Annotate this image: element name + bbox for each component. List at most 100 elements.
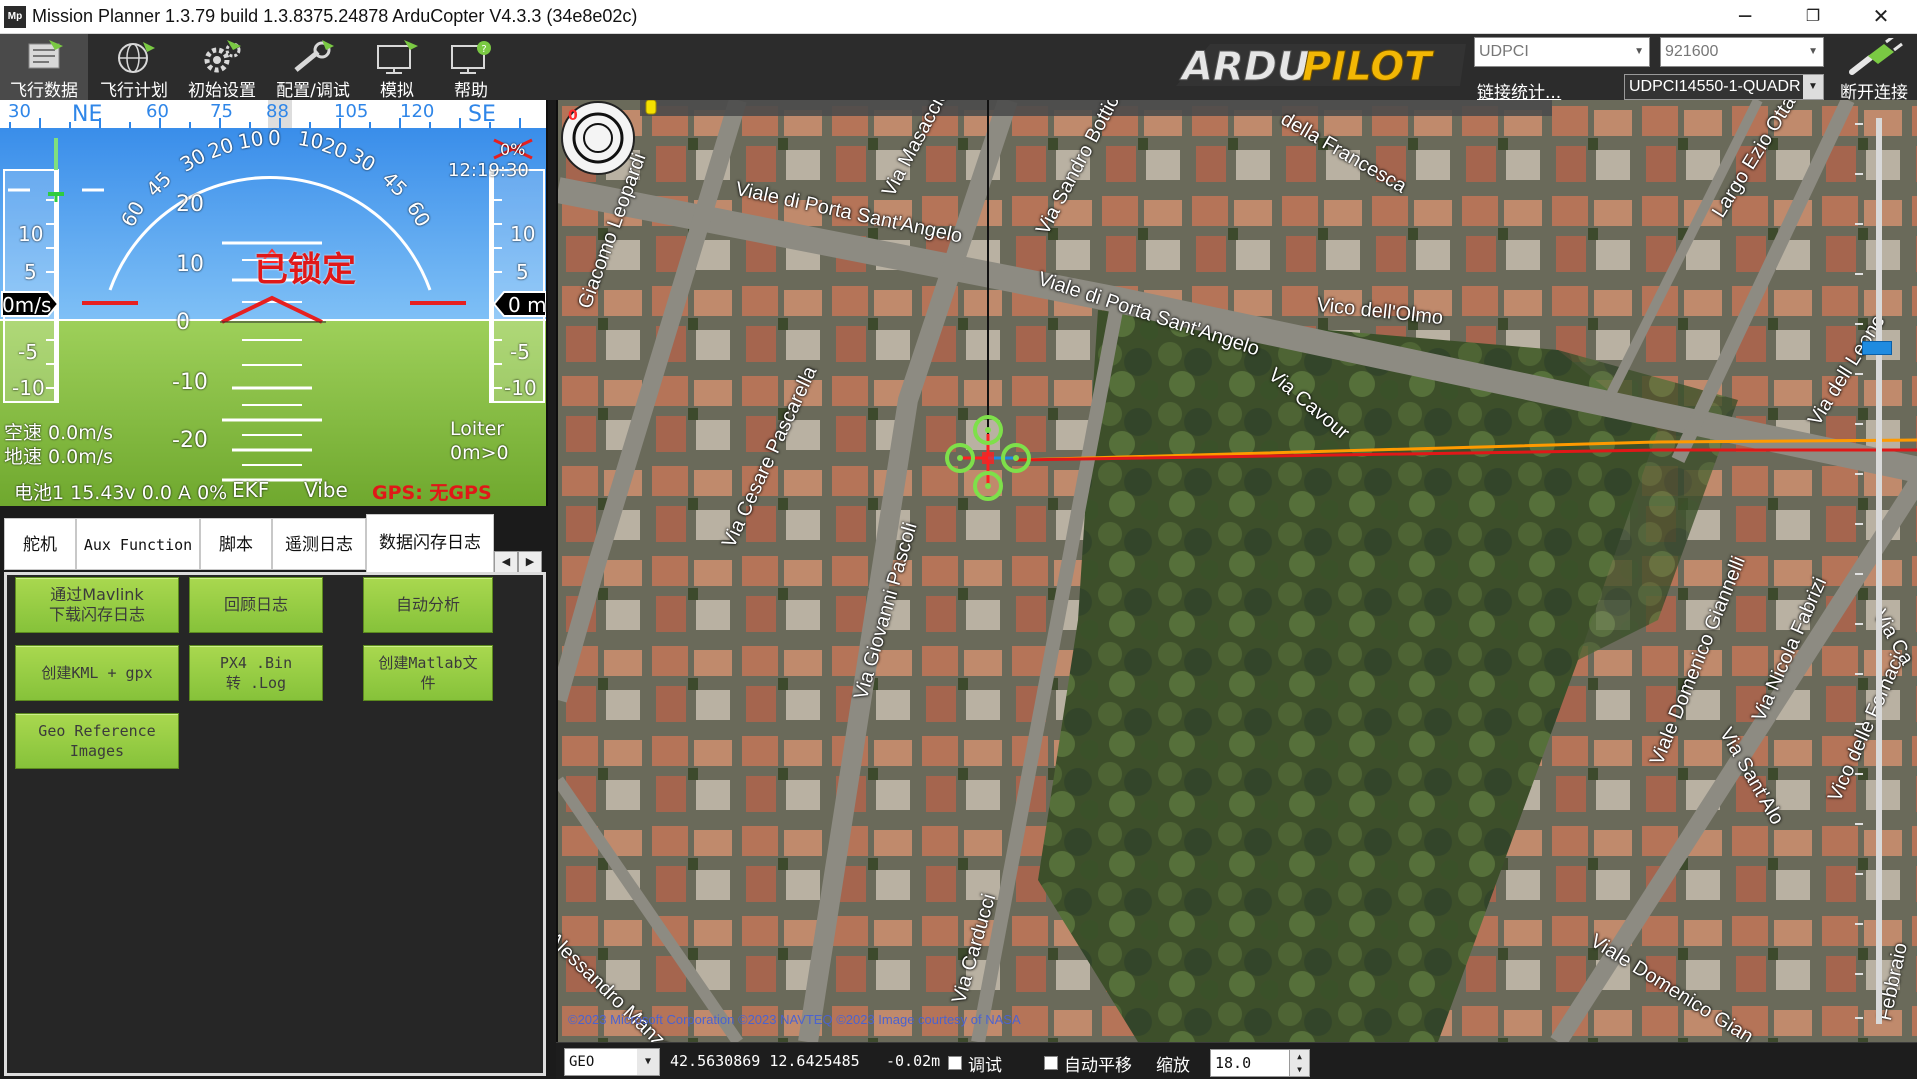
chevron-down-icon: ▼ — [1808, 46, 1818, 57]
zoom-input[interactable]: 18.0 ▲ ▼ — [1210, 1049, 1310, 1077]
autopan-label: 自动平移 — [1064, 1056, 1132, 1076]
spin-up-icon[interactable]: ▲ — [1289, 1050, 1309, 1063]
alt-tape-label: 10 — [510, 222, 536, 246]
tab-scroll-buttons: ◀ ▶ — [494, 550, 546, 573]
maximize-button[interactable]: ❐ — [1784, 0, 1842, 34]
satellite-map-imagery — [558, 100, 1917, 1042]
coordinate-type-select[interactable]: GEO ▼ — [564, 1048, 660, 1076]
vibe-status[interactable]: Vibe — [304, 478, 348, 502]
spin-down-icon[interactable]: ▼ — [1289, 1063, 1309, 1076]
nav-help[interactable]: ? 帮助 — [436, 34, 506, 101]
review-log-label: 回顾日志 — [223, 595, 288, 614]
tab-scripts[interactable]: 脚本 — [200, 518, 272, 570]
chevron-left-icon[interactable]: ◀ — [494, 551, 518, 573]
zoom-slider-track[interactable] — [1876, 118, 1882, 1024]
nav-config-tuning[interactable]: 配置/调试 — [268, 34, 358, 101]
heading-tick-label: 60 — [146, 101, 169, 122]
autopan-checkbox[interactable] — [1044, 1056, 1058, 1070]
svg-text:PILOT: PILOT — [1302, 44, 1434, 90]
download-dataflash-label: 通过Mavlink 下载闪存日志 — [48, 585, 145, 624]
speed-tape-label: -5 — [18, 340, 38, 364]
chevron-down-icon: ▼ — [1803, 75, 1823, 99]
tab-aux-function[interactable]: Aux Function — [76, 518, 200, 570]
ekf-status[interactable]: EKF — [232, 478, 269, 502]
chevron-down-icon: ▼ — [1634, 46, 1644, 57]
plug-icon — [1849, 38, 1903, 75]
alt-tape-label: -10 — [504, 376, 537, 400]
create-matlab-file-label: 创建Matlab文 件 — [378, 654, 478, 692]
baud-select[interactable]: 921600 ▼ — [1660, 37, 1824, 67]
coordinate-type-value: GEO — [569, 1054, 595, 1070]
initial-setup-icon — [204, 40, 241, 73]
hud-time: 12:19:30 — [448, 160, 529, 181]
auto-analysis-button[interactable]: 自动分析 — [363, 577, 493, 633]
nav-flight-plan[interactable]: 飞行计划 — [92, 34, 176, 101]
nav-config-tuning-label: 配置/调试 — [276, 81, 350, 101]
minimize-button[interactable]: ─ — [1716, 0, 1774, 34]
tab-dataflash-logs[interactable]: 数据闪存日志 — [366, 514, 494, 572]
create-matlab-file-button[interactable]: 创建Matlab文 件 — [363, 645, 493, 701]
nav-initial-setup-label: 初始设置 — [188, 81, 256, 101]
roll-label: 0 — [268, 126, 281, 150]
gps-status[interactable]: GPS: 无GPS — [372, 478, 492, 505]
flight-mode: Loiter — [450, 418, 505, 440]
review-log-button[interactable]: 回顾日志 — [189, 577, 323, 633]
pitch-label: 20 — [176, 192, 204, 217]
nav-flight-data[interactable]: 飞行数据 — [0, 34, 88, 101]
close-button[interactable]: ✕ — [1852, 0, 1910, 34]
zoom-value: 18.0 — [1215, 1054, 1252, 1072]
px4-bin-to-log-button[interactable]: PX4 .Bin 转 .Log — [189, 645, 323, 701]
speed-readout: 0m/s — [2, 293, 52, 317]
chevron-right-icon[interactable]: ▶ — [518, 551, 542, 573]
debug-checkbox[interactable] — [948, 1056, 962, 1070]
nav-simulation[interactable]: 模拟 — [362, 34, 432, 101]
battery-readout: 电池1 15.43v 0.0 A 0% — [14, 482, 228, 504]
pitch-label: 0 — [176, 310, 190, 335]
map-status-bar: GEO ▼ 42.5630869 12.6425485 -0.02m 调试 自动… — [556, 1042, 1917, 1079]
nav-initial-setup[interactable]: 初始设置 — [180, 34, 264, 101]
speed-tape-label: -10 — [12, 376, 45, 400]
zoom-label: 缩放 — [1156, 1056, 1190, 1076]
waypoint-distance: 0m>0 — [450, 442, 509, 464]
heading-tick-label: 105 — [334, 101, 369, 122]
svg-text:ARDU: ARDU — [1179, 44, 1309, 90]
disconnect-button[interactable]: 断开连接 — [1834, 34, 1914, 103]
altitude-readout: 0 m — [508, 293, 547, 317]
pitch-label: -10 — [172, 370, 208, 395]
debug-label: 调试 — [968, 1056, 1002, 1076]
pitch-label: -20 — [172, 428, 208, 453]
nav-flight-data-label: 飞行数据 — [10, 81, 78, 101]
main-toolbar: 飞行数据 飞行计划 初始设置 配置/调试 模拟 ? 帮助 ARDU PILOT … — [0, 34, 1917, 103]
cursor-coordinates: 42.5630869 12.6425485 — [670, 1052, 860, 1070]
zoom-slider-thumb[interactable] — [1862, 341, 1892, 355]
ardupilot-logo: ARDU PILOT — [1176, 44, 1466, 91]
hud-panel[interactable]: 30 NE 60 75 88 105 120 SE 60 45 30 20 10… — [0, 100, 548, 506]
px4-bin-to-log-label: PX4 .Bin 转 .Log — [219, 654, 293, 692]
cursor-altitude: -0.02m — [886, 1052, 941, 1070]
flight-plan-icon — [118, 42, 155, 73]
armed-status: 已锁定 — [254, 250, 356, 290]
tab-telemetry-logs[interactable]: 遥测日志 — [272, 518, 366, 570]
download-dataflash-button[interactable]: 通过Mavlink 下载闪存日志 — [15, 577, 179, 633]
roll-label: 10 — [236, 125, 266, 155]
lower-tabs: 舵机 Aux Function 脚本 遥测日志 数据闪存日志 ◀ ▶ — [0, 510, 548, 573]
vehicle-select[interactable]: UDPCI14550-1-QUADR ▼ — [1624, 74, 1824, 100]
simulation-icon — [377, 40, 418, 74]
nav-flight-plan-label: 飞行计划 — [100, 81, 168, 101]
window-title: Mission Planner 1.3.79 build 1.3.8375.24… — [32, 6, 638, 26]
zoom-slider-ticks — [1855, 123, 1863, 1019]
port-select[interactable]: UDPCI ▼ — [1474, 37, 1650, 67]
nav-help-label: 帮助 — [454, 81, 488, 101]
speed-tape-label: 5 — [24, 260, 37, 284]
auto-analysis-label: 自动分析 — [395, 595, 460, 614]
tab-servo[interactable]: 舵机 — [4, 518, 76, 570]
create-kml-gpx-button[interactable]: 创建KML + gpx — [15, 645, 179, 701]
groundspeed-readout: 地速 0.0m/s — [4, 446, 114, 468]
flight-data-icon — [28, 40, 63, 69]
speed-tape-label: 10 — [18, 222, 44, 246]
heading-tick-label: 75 — [210, 101, 233, 122]
pitch-label: 10 — [176, 252, 204, 277]
vehicle-select-value: UDPCI14550-1-QUADR — [1629, 78, 1801, 95]
geo-reference-images-button[interactable]: Geo Reference Images — [15, 713, 179, 769]
map-view[interactable]: 0 Viale di Porta Sant'Angelo Viale di Po… — [556, 100, 1917, 1042]
